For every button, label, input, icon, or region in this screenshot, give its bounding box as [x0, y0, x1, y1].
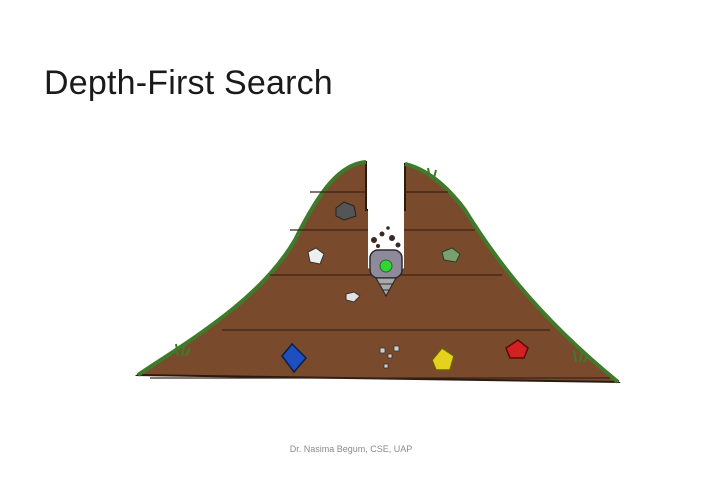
dug-shaft	[368, 160, 404, 240]
dfs-hill-illustration	[134, 160, 621, 384]
slide: Depth-First Search Dr. Nasima Begum, CSE…	[0, 0, 702, 484]
slide-footer: Dr. Nasima Begum, CSE, UAP	[289, 444, 413, 454]
slide-title: Depth-First Search	[44, 64, 333, 102]
